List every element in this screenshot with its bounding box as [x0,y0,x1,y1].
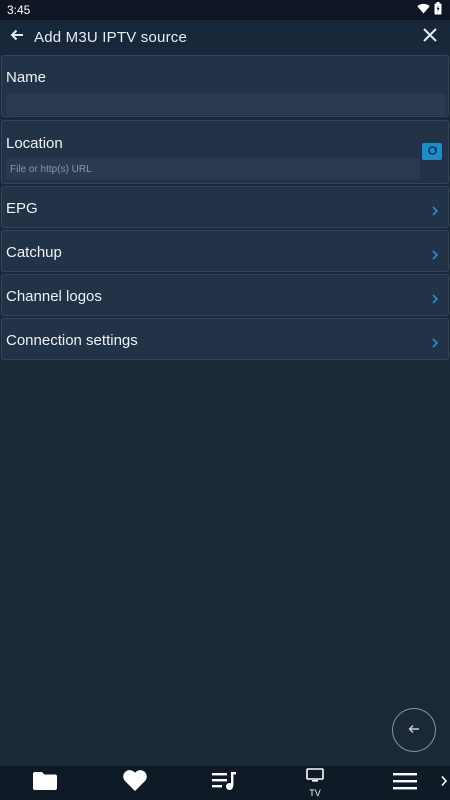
nav-more[interactable] [438,766,450,800]
location-label: Location [6,135,63,152]
name-input[interactable] [6,93,446,115]
chevron-right-icon [440,774,448,792]
section-label: EPG [6,200,38,217]
section-row-epg[interactable]: EPG [1,186,449,228]
name-label: Name [6,69,47,86]
battery-icon [434,2,442,18]
heart-icon [122,769,148,797]
refresh-button[interactable] [422,143,442,160]
app-bar: Add M3U IPTV source [0,20,450,54]
section-label: Connection settings [6,332,138,349]
close-icon [423,27,437,47]
section-row-channel-logos[interactable]: Channel logos [1,274,449,316]
back-button[interactable] [0,20,34,54]
section-row-connection-settings[interactable]: Connection settings [1,318,449,360]
folder-icon [32,771,58,796]
refresh-icon [427,143,438,161]
nav-tv[interactable]: TV [297,766,333,800]
menu-icon [393,772,417,795]
chevron-right-icon [430,291,440,304]
bottom-nav: TV [0,766,450,800]
nav-files[interactable] [27,766,63,800]
page-title: Add M3U IPTV source [34,28,188,46]
status-time: 3:45 [7,3,31,17]
name-field[interactable] [6,93,446,115]
chevron-right-icon [430,335,440,348]
section-row-catchup[interactable]: Catchup [1,230,449,272]
tv-icon [306,768,324,787]
location-card: Location [1,120,449,184]
status-bar: 3:45 [0,0,450,20]
name-card: Name [1,55,449,117]
playlist-icon [211,771,237,796]
arrow-left-icon [10,28,24,47]
wifi-icon [417,3,430,17]
nav-menu[interactable] [387,766,423,800]
nav-playlists[interactable] [206,766,242,800]
chevron-right-icon [430,247,440,260]
section-label: Catchup [6,244,62,261]
close-button[interactable] [416,23,444,51]
nav-favorites[interactable] [117,766,153,800]
location-input[interactable] [6,158,420,180]
section-label: Channel logos [6,288,102,305]
arrow-left-icon [408,721,420,739]
status-icons [417,2,442,18]
floating-back-button[interactable] [392,708,436,752]
chevron-right-icon [430,203,440,216]
location-field[interactable] [6,158,420,180]
nav-tv-label: TV [309,788,321,798]
